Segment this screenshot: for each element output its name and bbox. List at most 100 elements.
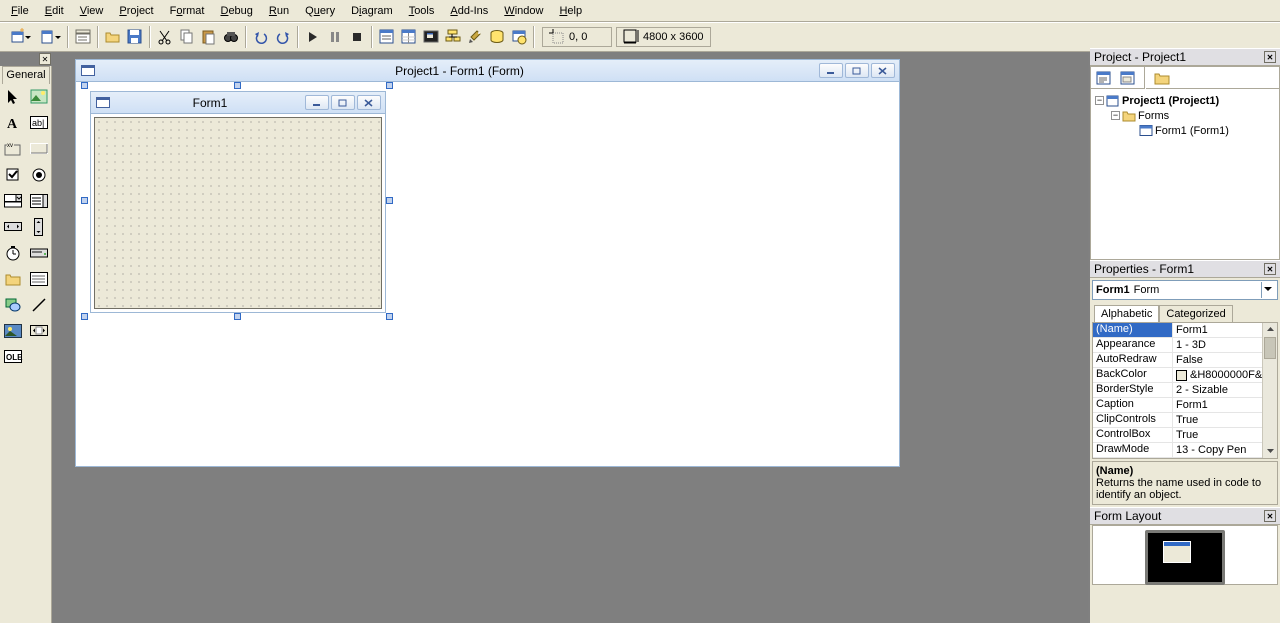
form-layout-button[interactable] <box>420 26 442 48</box>
collapse-icon[interactable]: − <box>1111 111 1120 120</box>
menu-edit[interactable]: Edit <box>38 2 71 20</box>
project-explorer-button[interactable] <box>376 26 398 48</box>
tool-vscrollbar[interactable] <box>26 214 52 240</box>
menu-addins[interactable]: Add-Ins <box>443 2 495 20</box>
tool-listbox[interactable] <box>26 188 52 214</box>
end-button[interactable] <box>346 26 368 48</box>
form-minimize-button[interactable] <box>305 95 329 110</box>
tool-commandbutton[interactable] <box>26 136 52 162</box>
tool-pointer[interactable] <box>0 84 26 110</box>
toolbox-button[interactable] <box>464 26 486 48</box>
form-design-surface[interactable] <box>94 117 382 309</box>
component-manager-button[interactable] <box>508 26 530 48</box>
collapse-icon[interactable]: − <box>1095 96 1104 105</box>
cut-button[interactable] <box>154 26 176 48</box>
container-minimize-button[interactable] <box>819 63 843 78</box>
object-browser-button[interactable] <box>442 26 464 48</box>
container-close-button[interactable] <box>871 63 895 78</box>
resize-handle-ne[interactable] <box>386 82 393 89</box>
property-row[interactable]: (Name)Form1 <box>1093 323 1277 338</box>
property-row[interactable]: DrawStyle0 - Solid <box>1093 458 1277 459</box>
save-button[interactable] <box>124 26 146 48</box>
properties-grid[interactable]: (Name)Form1Appearance1 - 3DAutoRedrawFal… <box>1092 322 1278 459</box>
menu-tools[interactable]: Tools <box>402 2 442 20</box>
properties-scrollbar[interactable] <box>1262 323 1277 458</box>
undo-button[interactable] <box>250 26 272 48</box>
menu-query[interactable]: Query <box>298 2 342 20</box>
form-layout-miniform[interactable] <box>1163 541 1191 563</box>
tool-dirlistbox[interactable] <box>0 266 26 292</box>
tool-checkbox[interactable] <box>0 162 26 188</box>
menu-project[interactable]: Project <box>112 2 160 20</box>
scroll-thumb[interactable] <box>1264 337 1276 359</box>
tool-textbox[interactable]: ab| <box>26 110 52 136</box>
tool-hscrollbar[interactable] <box>0 214 26 240</box>
tool-data[interactable] <box>26 318 52 344</box>
tool-combobox[interactable] <box>0 188 26 214</box>
view-code-button[interactable] <box>1093 67 1115 89</box>
resize-handle-n[interactable] <box>234 82 241 89</box>
tree-project-root[interactable]: Project1 (Project1) <box>1122 95 1219 107</box>
property-row[interactable]: CaptionForm1 <box>1093 398 1277 413</box>
property-row[interactable]: BackColor&H8000000F& <box>1093 368 1277 383</box>
tool-drivelistbox[interactable] <box>26 240 52 266</box>
open-button[interactable] <box>102 26 124 48</box>
break-button[interactable] <box>324 26 346 48</box>
resize-handle-nw[interactable] <box>81 82 88 89</box>
find-button[interactable] <box>220 26 242 48</box>
container-maximize-button[interactable] <box>845 63 869 78</box>
resize-handle-s[interactable] <box>234 313 241 320</box>
tab-categorized[interactable]: Categorized <box>1159 305 1232 323</box>
properties-window-button[interactable] <box>398 26 420 48</box>
form-layout-close-button[interactable]: ✕ <box>1264 510 1276 522</box>
property-row[interactable]: BorderStyle2 - Sizable <box>1093 383 1277 398</box>
form-close-button[interactable] <box>357 95 381 110</box>
property-row[interactable]: ControlBoxTrue <box>1093 428 1277 443</box>
tool-ole[interactable]: OLE <box>0 344 26 370</box>
add-item-button[interactable] <box>34 26 64 48</box>
object-dropdown-button[interactable] <box>1261 282 1274 298</box>
form-maximize-button[interactable] <box>331 95 355 110</box>
redo-button[interactable] <box>272 26 294 48</box>
copy-button[interactable] <box>176 26 198 48</box>
paste-button[interactable] <box>198 26 220 48</box>
scroll-down-icon[interactable] <box>1263 445 1278 458</box>
view-object-button[interactable] <box>1117 67 1139 89</box>
resize-handle-w[interactable] <box>81 197 88 204</box>
tool-line[interactable] <box>26 292 52 318</box>
form-layout-panel[interactable] <box>1092 525 1278 585</box>
menu-format[interactable]: Format <box>163 2 212 20</box>
property-value[interactable]: 0 - Solid <box>1173 458 1277 459</box>
property-row[interactable]: DrawMode13 - Copy Pen <box>1093 443 1277 458</box>
toolbox-tab-general[interactable]: General <box>2 66 50 84</box>
tool-timer[interactable] <box>0 240 26 266</box>
resize-handle-sw[interactable] <box>81 313 88 320</box>
menu-debug[interactable]: Debug <box>213 2 259 20</box>
resize-handle-e[interactable] <box>386 197 393 204</box>
form-layout-screen[interactable] <box>1145 530 1225 585</box>
properties-object-selector[interactable]: Form1 Form <box>1092 280 1278 300</box>
menu-help[interactable]: Help <box>552 2 589 20</box>
properties-close-button[interactable]: ✕ <box>1264 263 1276 275</box>
data-view-button[interactable] <box>486 26 508 48</box>
menu-editor-button[interactable] <box>72 26 94 48</box>
tool-shape[interactable] <box>0 292 26 318</box>
tool-optionbutton[interactable] <box>26 162 52 188</box>
toggle-folders-button[interactable] <box>1151 67 1173 89</box>
tool-label[interactable]: A <box>0 110 26 136</box>
property-row[interactable]: Appearance1 - 3D <box>1093 338 1277 353</box>
project-tree[interactable]: − Project1 (Project1) − Forms Form1 (For… <box>1091 89 1279 259</box>
tool-picturebox[interactable] <box>26 84 52 110</box>
project-explorer-close-button[interactable]: ✕ <box>1264 51 1276 63</box>
menu-view[interactable]: View <box>73 2 111 20</box>
scroll-up-icon[interactable] <box>1263 323 1278 336</box>
menu-diagram[interactable]: Diagram <box>344 2 400 20</box>
tool-image[interactable] <box>0 318 26 344</box>
resize-handle-se[interactable] <box>386 313 393 320</box>
menu-run[interactable]: Run <box>262 2 296 20</box>
tab-alphabetic[interactable]: Alphabetic <box>1094 305 1159 323</box>
toolbox-close-button[interactable]: ✕ <box>39 53 51 65</box>
tool-frame[interactable]: xv <box>0 136 26 162</box>
property-row[interactable]: AutoRedrawFalse <box>1093 353 1277 368</box>
tree-folder-forms[interactable]: Forms <box>1138 110 1169 122</box>
